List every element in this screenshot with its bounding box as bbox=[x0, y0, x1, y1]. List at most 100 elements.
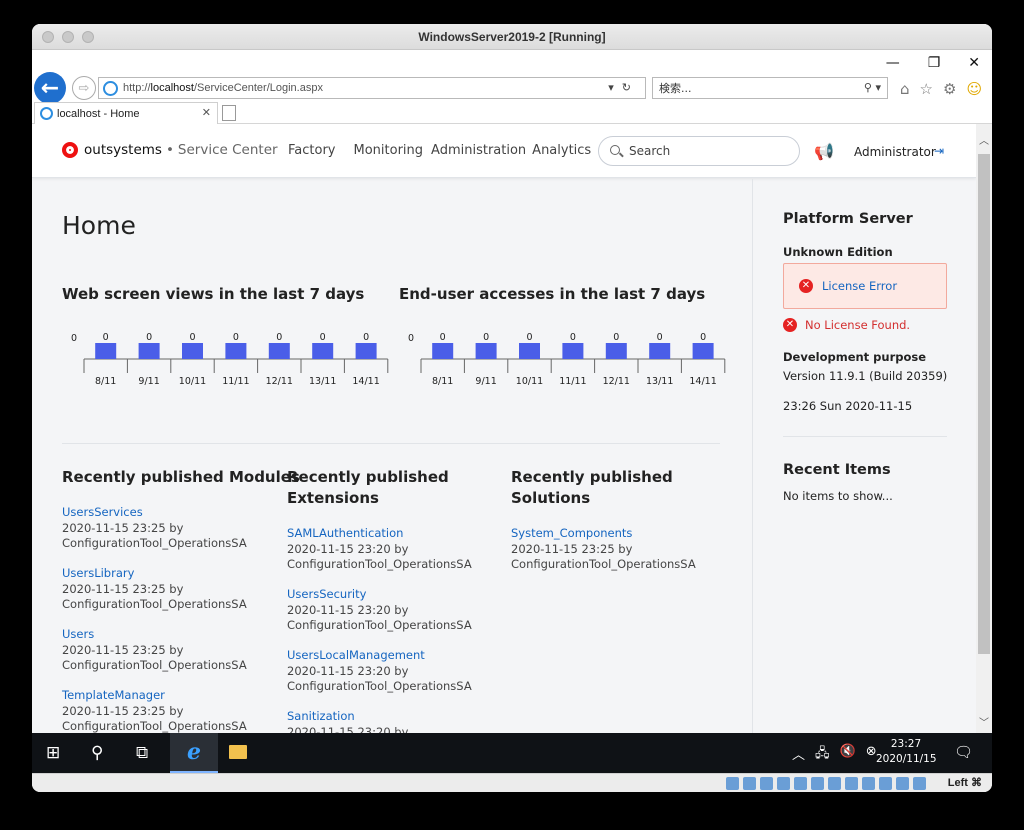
shared-folder-icon[interactable] bbox=[811, 777, 824, 790]
chart-bar bbox=[692, 343, 714, 359]
search-input[interactable]: Search bbox=[598, 136, 800, 166]
module-author: ConfigurationTool_OperationsSA bbox=[62, 536, 247, 550]
address-bar[interactable]: http://localhost/ServiceCenter/Login.asp… bbox=[98, 77, 646, 99]
notification-icon[interactable]: 🗨 bbox=[954, 743, 973, 761]
page-scrollbar[interactable]: ︿ ﹀ bbox=[976, 124, 992, 733]
forward-button[interactable]: ⇨ bbox=[72, 76, 96, 100]
extension-link[interactable]: UsersSecurity bbox=[287, 587, 472, 603]
version-text: Version 11.9.1 (Build 20359) bbox=[783, 369, 948, 383]
bar-data-label: 0 bbox=[146, 332, 152, 343]
module-link[interactable]: UsersServices bbox=[62, 505, 247, 521]
search-icon[interactable]: ⚲ bbox=[91, 743, 103, 763]
extension-author: ConfigurationTool_OperationsSA bbox=[287, 679, 472, 693]
cpu-icon[interactable] bbox=[879, 777, 892, 790]
solution-author: ConfigurationTool_OperationsSA bbox=[511, 557, 696, 571]
browser-search-box[interactable]: 検索... ⚲ ▾ bbox=[652, 77, 888, 99]
volume-muted-icon[interactable]: 🔇 bbox=[840, 744, 856, 766]
outsystems-logo-icon bbox=[62, 142, 78, 158]
close-tab-icon[interactable]: ✕ bbox=[202, 106, 211, 119]
bar-data-label: 0 bbox=[613, 332, 619, 343]
x-tick-label: 11/11 bbox=[559, 376, 586, 387]
settings-gear-icon[interactable]: ⚙ bbox=[943, 80, 956, 98]
file-explorer-icon[interactable] bbox=[229, 745, 247, 759]
extension-link[interactable]: UsersLocalManagement bbox=[287, 648, 472, 664]
back-button[interactable]: ← bbox=[34, 72, 66, 104]
x-tick-label: 9/11 bbox=[475, 376, 496, 387]
extension-link[interactable]: SAMLAuthentication bbox=[287, 526, 472, 542]
y-tick-label: 0 bbox=[408, 333, 414, 344]
scroll-up-icon[interactable]: ︿ bbox=[976, 132, 992, 147]
scrollbar-thumb[interactable] bbox=[978, 154, 990, 654]
module-link[interactable]: UsersLibrary bbox=[62, 566, 247, 582]
user-name[interactable]: Administrator bbox=[854, 145, 936, 159]
recording-icon[interactable] bbox=[845, 777, 858, 790]
tab-title: localhost - Home bbox=[57, 107, 140, 120]
audio-icon[interactable] bbox=[760, 777, 773, 790]
scroll-down-icon[interactable]: ﹀ bbox=[976, 714, 992, 729]
module-author: ConfigurationTool_OperationsSA bbox=[62, 597, 247, 611]
mouse-integration-icon[interactable] bbox=[896, 777, 909, 790]
chart-bar bbox=[562, 343, 584, 359]
chevron-up-icon[interactable]: ︿ bbox=[792, 744, 805, 766]
license-error-link[interactable]: License Error bbox=[822, 279, 897, 293]
nav-administration[interactable]: Administration bbox=[431, 143, 526, 158]
bar-data-label: 0 bbox=[570, 332, 576, 343]
x-tick-label: 9/11 bbox=[138, 376, 159, 387]
tab-localhost-home[interactable]: localhost - Home ✕ bbox=[34, 102, 218, 124]
extension-link[interactable]: Sanitization bbox=[287, 709, 408, 725]
chart-bar bbox=[268, 343, 290, 359]
module-link[interactable]: Users bbox=[62, 627, 247, 643]
task-view-icon[interactable]: ⧉ bbox=[136, 743, 148, 763]
chart-bar bbox=[312, 343, 334, 359]
server-datetime: 23:26 Sun 2020-11-15 bbox=[783, 399, 913, 413]
error-badge-icon[interactable]: ⊗ bbox=[866, 744, 877, 766]
servicecenter-header: outsystems • Service Center Factory Moni… bbox=[32, 124, 976, 178]
nav-analytics[interactable]: Analytics bbox=[532, 143, 591, 158]
chart-bar bbox=[475, 343, 497, 359]
outsystems-logo[interactable]: outsystems • Service Center bbox=[62, 142, 278, 158]
brand-name: outsystems bbox=[84, 142, 162, 158]
feedback-smiley-icon[interactable]: ☺ bbox=[966, 80, 982, 98]
megaphone-icon[interactable]: 📢 bbox=[814, 142, 834, 161]
chart-bar bbox=[225, 343, 247, 359]
windows-start-icon[interactable]: ⊞ bbox=[46, 743, 60, 763]
vm-titlebar: WindowsServer2019-2 [Running] bbox=[32, 24, 992, 50]
extension-item: UsersLocalManagement 2020-11-15 23:20 by… bbox=[287, 648, 472, 695]
hard-disk-icon[interactable] bbox=[726, 777, 739, 790]
close-button[interactable]: ✕ bbox=[968, 55, 980, 71]
minimize-button[interactable]: — bbox=[886, 55, 900, 71]
network-icon[interactable]: 🖧 bbox=[815, 744, 830, 766]
extension-item: Sanitization 2020-11-15 23:20 by bbox=[287, 709, 408, 733]
network-adapter-icon[interactable] bbox=[777, 777, 790, 790]
solution-link[interactable]: System_Components bbox=[511, 526, 696, 542]
taskbar-clock[interactable]: 23:27 2020/11/15 bbox=[876, 737, 937, 767]
restore-button[interactable]: ❐ bbox=[928, 55, 941, 71]
bar-data-label: 0 bbox=[526, 332, 532, 343]
url-host: localhost bbox=[150, 82, 194, 94]
module-item: TemplateManager 2020-11-15 23:25 by Conf… bbox=[62, 688, 247, 733]
logout-icon[interactable]: ⇥ bbox=[934, 144, 944, 158]
end-user-accesses-chart: 0 0 8/11 0 9/11 0 10/11 0 11/11 0 12/11 0 13/11 0 14/1… bbox=[399, 327, 729, 403]
nav-factory[interactable]: Factory bbox=[288, 143, 336, 158]
nav-monitoring[interactable]: Monitoring bbox=[354, 143, 424, 158]
x-tick-label: 11/11 bbox=[222, 376, 249, 387]
favorites-star-icon[interactable]: ☆ bbox=[920, 80, 933, 98]
keyboard-capture-icon[interactable] bbox=[913, 777, 926, 790]
end-user-accesses-svg: 0 0 8/11 0 9/11 0 10/11 0 11/11 0 12/11 0 13/11 0 14/1… bbox=[408, 332, 726, 387]
new-tab-button[interactable] bbox=[222, 105, 236, 121]
usb-icon[interactable] bbox=[794, 777, 807, 790]
optical-drive-icon[interactable] bbox=[743, 777, 756, 790]
display-icon[interactable] bbox=[828, 777, 841, 790]
internet-explorer-taskbar-icon[interactable]: e bbox=[170, 733, 218, 773]
refresh-icon[interactable]: ▾↻ bbox=[608, 81, 639, 94]
vrde-icon[interactable] bbox=[862, 777, 875, 790]
home-icon[interactable]: ⌂ bbox=[900, 80, 910, 98]
bar-data-label: 0 bbox=[276, 332, 282, 343]
ie-toolbar-icons: ⌂ ☆ ⚙ ☺ bbox=[900, 80, 982, 98]
arrow-left-icon: ← bbox=[40, 75, 60, 101]
x-tick-label: 12/11 bbox=[603, 376, 630, 387]
search-icon[interactable]: ⚲ ▾ bbox=[864, 81, 881, 94]
module-link[interactable]: TemplateManager bbox=[62, 688, 247, 704]
solutions-title-line2: Solutions bbox=[511, 489, 591, 507]
module-item: UsersLibrary 2020-11-15 23:25 by Configu… bbox=[62, 566, 247, 613]
